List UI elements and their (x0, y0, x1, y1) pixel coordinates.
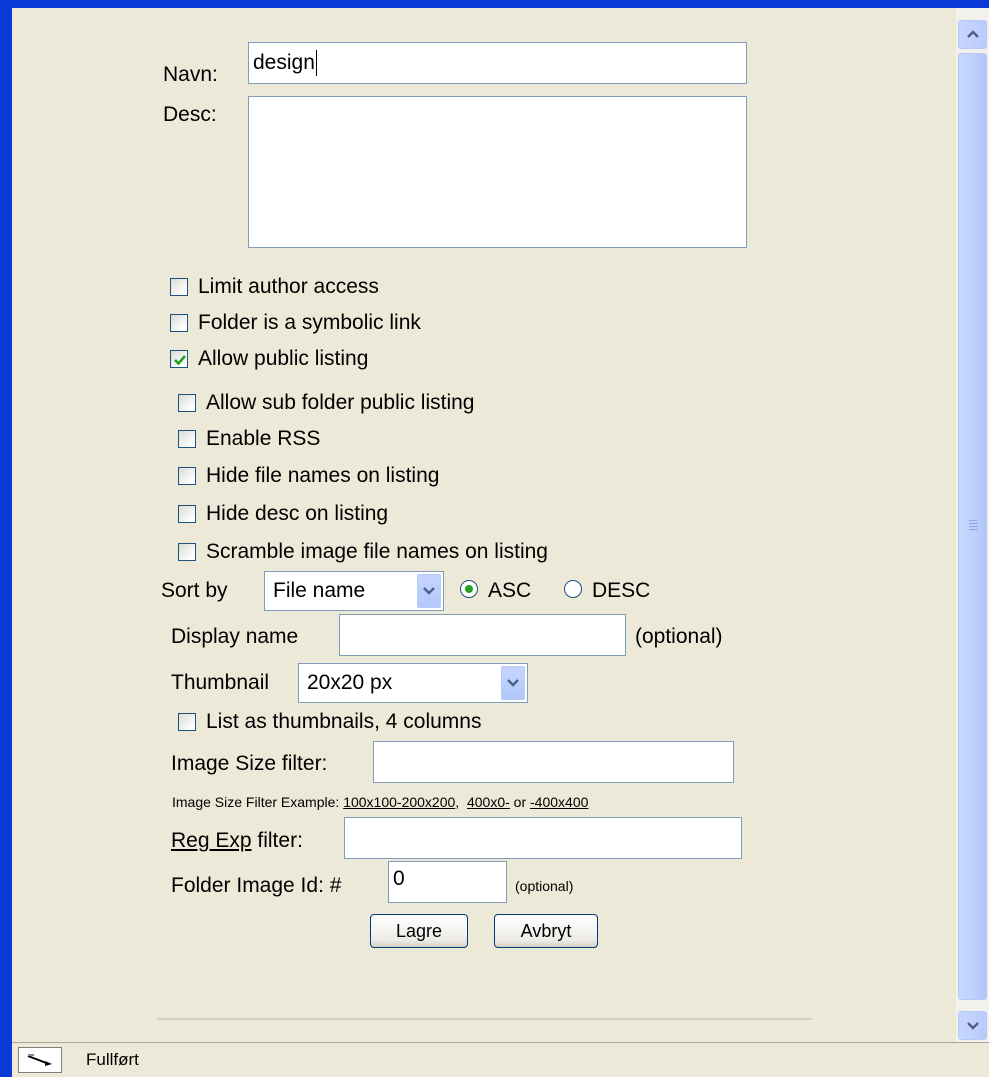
vertical-scrollbar[interactable] (956, 8, 989, 1042)
scroll-thumb[interactable] (958, 53, 987, 1000)
sort-by-value: File name (273, 579, 366, 602)
sort-by-select[interactable]: File name (264, 571, 444, 611)
text-caret (315, 50, 317, 77)
save-button[interactable]: Lagre (370, 914, 468, 948)
regexp-link[interactable]: Reg Exp (171, 829, 252, 852)
chevron-up-icon (966, 30, 979, 38)
chevron-down-icon[interactable] (417, 574, 441, 608)
status-text: Fullført (86, 1050, 139, 1069)
sub-folder-public-checkbox-row[interactable]: Allow sub folder public listing (178, 389, 474, 417)
limit-author-checkbox-row[interactable]: Limit author access (170, 273, 379, 301)
hide-desc-checkbox-row[interactable]: Hide desc on listing (178, 500, 388, 528)
symbolic-link-label: Folder is a symbolic link (198, 311, 421, 334)
image-size-filter-input[interactable] (373, 741, 734, 783)
desc-order-label: DESC (592, 579, 651, 602)
enable-rss-label: Enable RSS (206, 427, 321, 450)
asc-radio[interactable] (460, 580, 478, 598)
display-name-label: Display name (171, 625, 299, 648)
folder-image-value: 0 (393, 867, 405, 890)
list-thumbnails-label: List as thumbnails, 4 columns (206, 710, 482, 733)
hide-file-names-label: Hide file names on listing (206, 464, 440, 487)
symbolic-link-checkbox-row[interactable]: Folder is a symbolic link (170, 309, 421, 337)
hide-desc-label: Hide desc on listing (206, 502, 389, 525)
example-separator: , (455, 794, 460, 810)
sub-folder-public-checkbox[interactable] (178, 394, 196, 412)
hide-desc-checkbox[interactable] (178, 505, 196, 523)
sort-by-label: Sort by (161, 579, 228, 602)
chevron-down-icon[interactable] (501, 666, 525, 700)
thumbnail-value: 20x20 px (307, 671, 393, 694)
folder-image-hint: (optional) (515, 878, 574, 894)
asc-radio-button[interactable] (460, 580, 478, 598)
hide-file-names-checkbox[interactable] (178, 467, 196, 485)
symbolic-link-checkbox[interactable] (170, 314, 188, 332)
desc-label: Desc: (163, 103, 217, 126)
cancel-button[interactable]: Avbryt (494, 914, 598, 948)
limit-author-checkbox[interactable] (170, 278, 188, 296)
public-listing-label: Allow public listing (198, 347, 369, 370)
divider (157, 1018, 812, 1020)
image-size-filter-label: Image Size filter: (171, 752, 328, 775)
thumbnail-label: Thumbnail (171, 671, 270, 694)
regexp-label-suffix: filter: (257, 829, 303, 852)
scroll-up-button[interactable] (958, 20, 987, 49)
page-content: Navn: design Desc: Limit author access F… (12, 8, 956, 1042)
list-thumbnails-checkbox-row[interactable]: List as thumbnails, 4 columns (178, 708, 481, 736)
example-or: or (513, 794, 527, 810)
scramble-names-checkbox[interactable] (178, 543, 196, 561)
asc-label: ASC (488, 579, 532, 602)
name-value: design (253, 51, 315, 74)
image-size-example: Image Size Filter Example: 100x100-200x2… (172, 794, 588, 810)
example-link-3[interactable]: -400x400 (530, 794, 588, 810)
page-loading-icon (18, 1047, 62, 1073)
display-name-hint: (optional) (635, 625, 723, 648)
chevron-down-icon (966, 1022, 979, 1030)
regexp-filter-label: Reg Exp filter: (171, 829, 303, 853)
enable-rss-checkbox[interactable] (178, 430, 196, 448)
scramble-names-checkbox-row[interactable]: Scramble image file names on listing (178, 538, 548, 566)
desc-radio[interactable] (564, 580, 582, 598)
hide-file-names-checkbox-row[interactable]: Hide file names on listing (178, 462, 439, 490)
example-prefix: Image Size Filter Example: (172, 794, 340, 810)
desc-radio-button[interactable] (564, 580, 582, 598)
regexp-filter-input[interactable] (344, 817, 742, 859)
enable-rss-checkbox-row[interactable]: Enable RSS (178, 425, 320, 453)
name-input[interactable]: design (248, 42, 747, 84)
folder-image-label: Folder Image Id: # (171, 874, 342, 897)
name-label: Navn: (163, 63, 218, 86)
scramble-names-label: Scramble image file names on listing (206, 540, 548, 563)
example-link-2[interactable]: 400x0- (467, 794, 510, 810)
list-thumbnails-checkbox[interactable] (178, 713, 196, 731)
thumbnail-select[interactable]: 20x20 px (298, 663, 528, 703)
status-bar: Fullført (12, 1042, 989, 1077)
public-listing-checkbox-row[interactable]: Allow public listing (170, 345, 368, 373)
checkmark-icon (174, 355, 186, 366)
display-name-input[interactable] (339, 614, 626, 656)
public-listing-checkbox[interactable] (170, 350, 188, 368)
desc-textarea[interactable] (248, 96, 747, 248)
folder-image-input[interactable]: 0 (388, 861, 507, 903)
sub-folder-public-label: Allow sub folder public listing (206, 391, 475, 414)
scroll-down-button[interactable] (958, 1011, 987, 1040)
limit-author-label: Limit author access (198, 275, 379, 298)
example-link-1[interactable]: 100x100-200x200 (343, 794, 455, 810)
